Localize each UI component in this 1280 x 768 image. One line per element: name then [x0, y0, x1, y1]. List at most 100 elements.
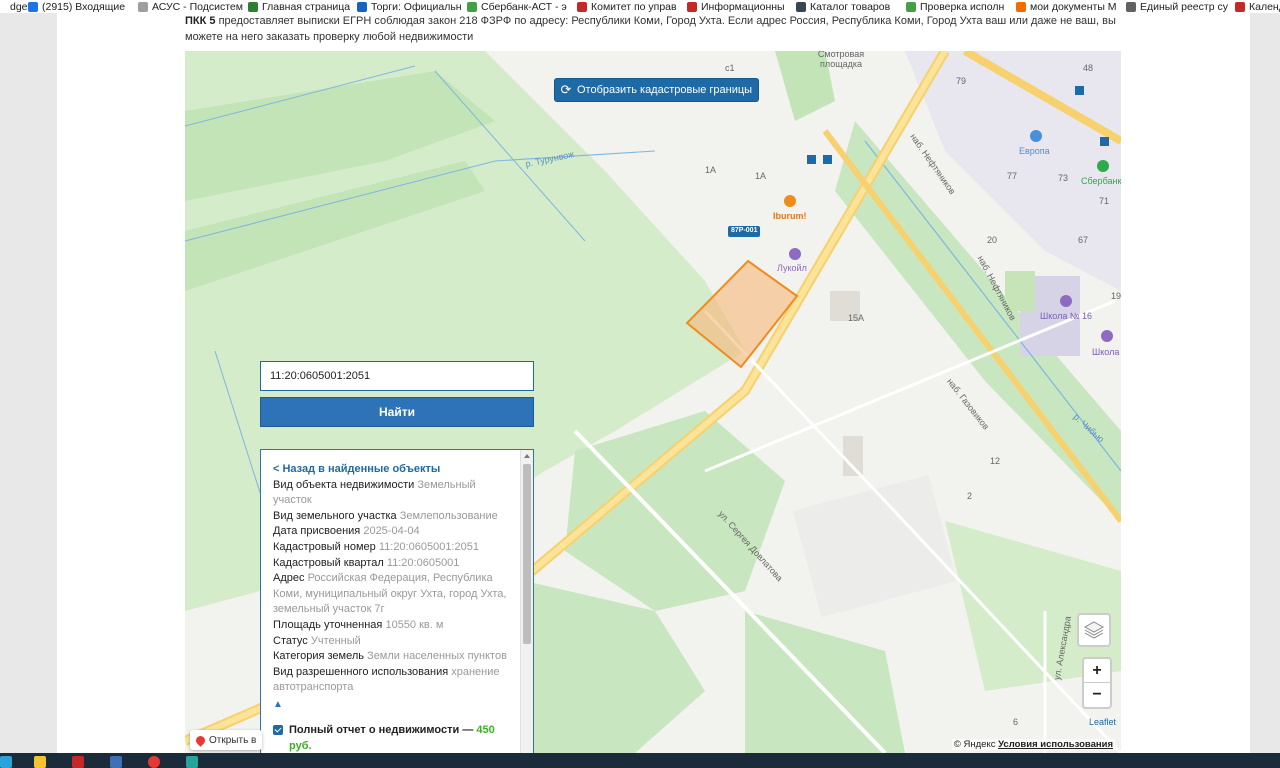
- bookmark-favicon-icon: [28, 1, 38, 12]
- folder-icon[interactable]: [34, 756, 46, 768]
- info-panel-scrollbar[interactable]: [520, 450, 533, 753]
- find-button[interactable]: Найти: [260, 397, 534, 427]
- bookmark-label: Торги: Официальн: [371, 0, 462, 13]
- open-in-yandex-maps-button[interactable]: Открыть в: [190, 730, 263, 750]
- zoom-out-button[interactable]: −: [1084, 683, 1110, 707]
- bookmark-favicon-icon: [1016, 1, 1026, 12]
- info-row-label: Вид земельного участка: [273, 509, 397, 522]
- map-label-1a: 1А: [705, 165, 717, 175]
- bookmark-label: Каталог товаров: [810, 0, 891, 13]
- start-icon[interactable]: [0, 756, 12, 768]
- bookmark-favicon-icon: [138, 1, 148, 12]
- bookmarks-bar: dget (2915) Входящие АСУС - Подсистем Главн…: [0, 0, 1280, 13]
- map-label-77: 77: [1007, 171, 1018, 181]
- app-icon[interactable]: [72, 756, 84, 768]
- info-row-label: Кадастровый номер: [273, 540, 376, 553]
- bookmark-item[interactable]: АСУС - Подсистем: [138, 0, 246, 13]
- info-row: Вид объекта недвижимости Земельный участ…: [273, 478, 509, 509]
- bookmark-favicon-icon: [467, 1, 477, 12]
- bookmark-item[interactable]: Главная страница: [248, 0, 356, 13]
- info-row-label: Кадастровый квартал: [273, 556, 384, 569]
- bookmark-item[interactable]: Сбербанк-АСТ - э: [467, 0, 575, 13]
- scroll-up-arrow-icon[interactable]: [524, 454, 530, 458]
- info-row-value: Российская Федерация, Республика Коми, м…: [273, 572, 507, 616]
- full-report-text: Полный отчет о недвижимости — 450 руб.: [289, 722, 509, 754]
- info-row: Кадастровый номер 11:20:0605001:2051: [273, 540, 509, 556]
- info-row: Кадастровый квартал 11:20:0605001: [273, 556, 509, 572]
- info-row-value: Учтенный: [310, 634, 361, 647]
- collapse-toggle[interactable]: ▲: [273, 697, 509, 713]
- leaflet-link[interactable]: Leaflet: [1089, 717, 1116, 727]
- bookmark-item[interactable]: Комитет по управ: [577, 0, 685, 13]
- cadastral-number-input[interactable]: [260, 361, 534, 391]
- info-row-label: Дата присвоения: [273, 525, 361, 538]
- map-label-73: 73: [1058, 173, 1069, 183]
- map-label-6: 6: [1013, 717, 1019, 727]
- terms-of-use-link[interactable]: Условия использования: [998, 739, 1113, 750]
- map-label-c1: с1: [725, 63, 735, 73]
- info-row-value: 11:20:0605001: [386, 556, 460, 569]
- show-cadastral-borders-button[interactable]: ⟳ Отобразить кадастровые границы: [554, 78, 760, 102]
- bookmark-label: Информационны: [701, 0, 785, 13]
- map-label-school: Школа № 16: [1040, 311, 1093, 321]
- object-info-panel[interactable]: < Назад в найденные объекты Вид объекта …: [260, 449, 534, 753]
- info-row: Категория земель Земли населенных пункто…: [273, 649, 509, 665]
- bookmark-favicon-icon: [796, 1, 806, 12]
- bookmark-favicon-icon: [357, 1, 367, 12]
- object-info-content: < Назад в найденные объекты Вид объекта …: [273, 462, 509, 753]
- bookmark-label: мои документы M: [1030, 0, 1117, 13]
- app-icon-2[interactable]: [186, 756, 198, 768]
- full-report-option[interactable]: Полный отчет о недвижимости — 450 руб.: [273, 722, 509, 754]
- layers-icon: [1084, 621, 1104, 639]
- info-row: Вид разрешенного использования хранение …: [273, 665, 509, 696]
- bookmark-item[interactable]: мои документы M: [1016, 0, 1124, 13]
- back-to-results-link[interactable]: < Назад в найденные объекты: [273, 462, 509, 478]
- info-row: Площадь уточненная 10550 кв. м: [273, 618, 509, 634]
- bookmark-item[interactable]: Проверка исполн: [906, 0, 1014, 13]
- bookmark-item[interactable]: Календ: [1235, 0, 1280, 13]
- map-view[interactable]: Смотровая площадка р. Турунвож Iburum! 8…: [185, 51, 1121, 753]
- document-icon[interactable]: [110, 756, 122, 768]
- intro-text: ПКК 5 предоставляет выписки ЕГРН соблюда…: [185, 13, 1125, 45]
- browser-icon[interactable]: [148, 756, 160, 768]
- bookmark-favicon-icon: [0, 1, 6, 12]
- refresh-icon: ⟳: [560, 82, 572, 97]
- zoom-control: + −: [1082, 657, 1112, 709]
- bookmark-item[interactable]: Информационны: [687, 0, 795, 13]
- map-pin-icon: [194, 733, 207, 747]
- bookmark-item[interactable]: Торги: Официальн: [357, 0, 465, 13]
- map-label-20: 20: [987, 235, 998, 245]
- layers-button[interactable]: [1077, 613, 1111, 647]
- zoom-in-button[interactable]: +: [1084, 659, 1110, 683]
- bookmark-favicon-icon: [687, 1, 697, 12]
- bookmark-favicon-icon: [1126, 1, 1136, 12]
- map-label-12: 12: [990, 456, 1001, 466]
- map-label-48: 48: [1083, 63, 1094, 73]
- info-row-label: Вид объекта недвижимости: [273, 478, 415, 491]
- info-row-value: 10550 кв. м: [385, 618, 444, 631]
- map-attribution: © Яндекс Условия использования: [951, 739, 1115, 750]
- map-label-road: 87Р-001: [731, 227, 758, 234]
- info-row-value: Земли населенных пунктов: [367, 650, 507, 663]
- map-label-school2: Школа: [1092, 347, 1120, 357]
- info-row: Вид земельного участка Землепользование: [273, 509, 509, 525]
- bookmark-label: (2915) Входящие: [42, 0, 126, 13]
- info-row-label: Статус: [273, 634, 308, 647]
- open-in-label: Открыть в: [209, 734, 257, 746]
- bookmark-item[interactable]: Каталог товаров: [796, 0, 904, 13]
- bookmark-item[interactable]: (2915) Входящие: [28, 0, 136, 13]
- bookmark-label: Проверка исполн: [920, 0, 1005, 13]
- cadastral-button-label: Отобразить кадастровые границы: [577, 84, 753, 96]
- map-label-iburum: Iburum!: [773, 211, 807, 221]
- map-label-sberbank: Сбербанк: [1081, 176, 1121, 186]
- info-row-value: Землепользование: [399, 509, 498, 522]
- bookmark-label: Сбербанк-АСТ - э: [481, 0, 567, 13]
- bookmark-favicon-icon: [248, 1, 258, 12]
- bookmark-label: Единый реестр су: [1140, 0, 1228, 13]
- bookmark-label: Главная страница: [262, 0, 351, 13]
- full-report-checkbox[interactable]: [273, 724, 283, 735]
- scrollbar-thumb[interactable]: [523, 464, 531, 644]
- map-label-67: 67: [1078, 235, 1089, 245]
- info-row-value: 2025-04-04: [363, 525, 420, 538]
- bookmark-item[interactable]: Единый реестр су: [1126, 0, 1234, 13]
